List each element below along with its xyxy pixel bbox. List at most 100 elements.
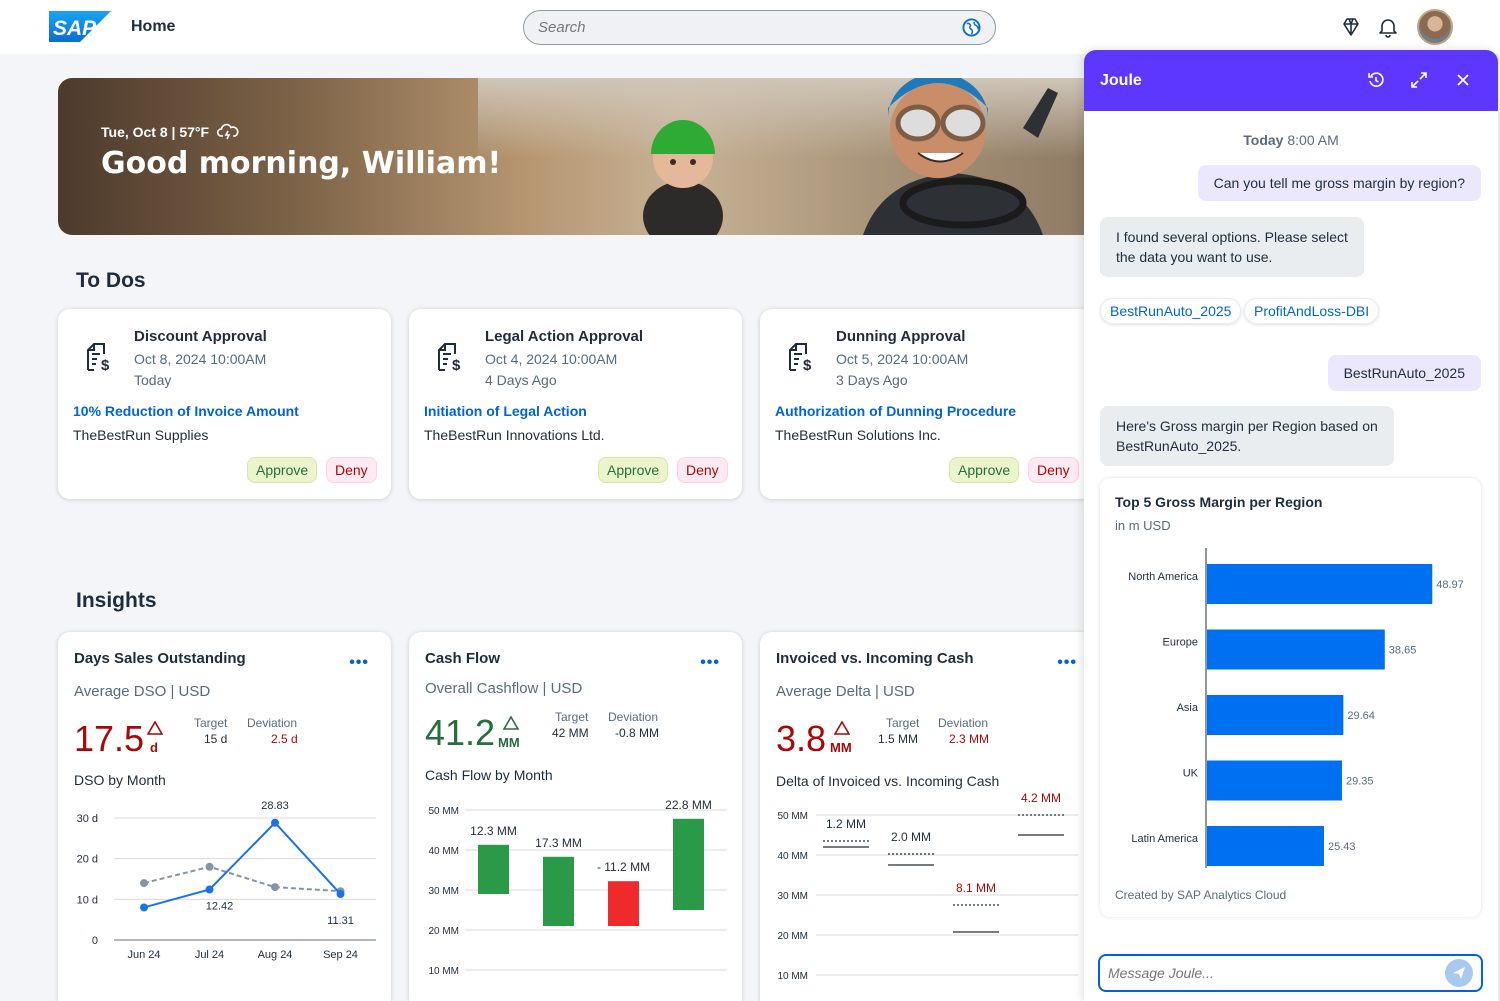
data-label: 12.42 <box>206 900 234 912</box>
category-label: Asia <box>1177 702 1199 714</box>
actual-point <box>336 890 345 899</box>
insight-card-dso[interactable]: Days Sales Outstanding ••• Average DSO |… <box>58 632 391 1001</box>
x-tick-label: Aug 24 <box>258 949 293 961</box>
value-label: 38.65 <box>1389 645 1417 657</box>
approve-button[interactable]: Approve <box>598 457 669 483</box>
todo-card[interactable]: $ Discount Approval Oct 8, 2024 10:00AM … <box>58 309 391 499</box>
insight-title: Invoiced vs. Incoming Cash <box>776 650 974 667</box>
bell-icon[interactable] <box>1377 16 1399 38</box>
close-icon[interactable] <box>1454 71 1472 89</box>
card-subtitle: in m USD <box>1115 518 1171 533</box>
approve-button[interactable]: Approve <box>247 457 318 483</box>
target-value: 15 d <box>204 732 228 746</box>
value-label: 29.35 <box>1346 776 1374 788</box>
timestamp-day: Today <box>1243 132 1284 148</box>
chart-title: Cash Flow by Month <box>425 767 553 783</box>
todo-company: TheBestRun Innovations Ltd. <box>424 427 605 443</box>
region-bar <box>1207 826 1324 866</box>
todo-card[interactable]: $ Legal Action Approval Oct 4, 2024 10:0… <box>409 309 742 499</box>
insight-subtitle: Average DSO | USD <box>74 683 211 700</box>
waterfall-bar <box>673 818 704 910</box>
insight-card-cashflow[interactable]: Cash Flow ••• Overall Cashflow | USD 41.… <box>409 632 742 1001</box>
approve-button[interactable]: Approve <box>949 457 1020 483</box>
region-bar <box>1207 760 1343 801</box>
card-footer: Created by SAP Analytics Cloud <box>1115 888 1287 902</box>
category-label: North America <box>1128 571 1199 583</box>
deviation-value: -0.8 MM <box>615 726 660 740</box>
todo-link[interactable]: 10% Reduction of Invoice Amount <box>73 403 299 419</box>
todo-link[interactable]: Initiation of Legal Action <box>424 403 587 419</box>
todo-date: Oct 4, 2024 10:00AM <box>485 351 618 367</box>
delta-chart: 10 MM 20 MM 30 MM 40 MM 50 MM 1.2 MM 2.0 MM 8.1… <box>777 792 1078 982</box>
actual-point <box>271 818 279 827</box>
cloud-rain-icon <box>217 123 239 140</box>
user-message: BestRunAuto_2025 <box>1327 355 1481 391</box>
value-label: 25.43 <box>1328 841 1356 853</box>
bar-label: 12.3 MM <box>470 824 517 838</box>
insight-card-invoiced[interactable]: Invoiced vs. Incoming Cash ••• Average D… <box>760 632 1093 1001</box>
deny-button[interactable]: Deny <box>677 457 728 483</box>
sap-logo[interactable]: SAP <box>49 11 111 42</box>
deviation-label: Deviation <box>938 716 989 730</box>
option-chip-profitandloss[interactable]: ProfitAndLoss-DBI <box>1244 298 1380 324</box>
deny-button[interactable]: Deny <box>1028 457 1079 483</box>
joule-header: Joule <box>1084 50 1498 111</box>
insight-title: Cash Flow <box>425 650 501 667</box>
deviation-value: 2.5 d <box>271 732 298 746</box>
more-options-icon[interactable]: ••• <box>700 654 720 672</box>
history-icon[interactable] <box>1367 71 1385 89</box>
delta-label: 8.1 MM <box>956 881 996 895</box>
delta-label: 1.2 MM <box>826 817 866 831</box>
more-options-icon[interactable]: ••• <box>349 654 369 672</box>
todos-title: To Dos <box>76 269 146 292</box>
deviation-label: Deviation <box>608 710 659 724</box>
chart-title: DSO by Month <box>74 772 166 788</box>
value-label: 48.97 <box>1436 579 1464 591</box>
waterfall-bar <box>608 881 639 926</box>
data-label: 11.31 <box>327 915 354 927</box>
deny-button[interactable]: Deny <box>326 457 377 483</box>
target-value: 1.5 MM <box>878 732 919 746</box>
waterfall-bar <box>478 844 509 894</box>
diamond-icon[interactable] <box>1340 16 1362 38</box>
search-field[interactable] <box>523 10 996 45</box>
target-label: Target <box>194 716 228 730</box>
greeting: Good morning, William! <box>101 146 502 181</box>
bar-label: - 11.2 MM <box>597 860 650 874</box>
y-tick-label: 10 d <box>77 894 98 906</box>
globe-icon[interactable] <box>962 18 981 37</box>
todo-age: 3 Days Ago <box>836 372 908 388</box>
expand-icon[interactable] <box>1410 71 1428 89</box>
region-bar <box>1207 564 1433 604</box>
message-input[interactable] <box>1108 965 1445 981</box>
bar-label: 22.8 MM <box>665 798 712 812</box>
y-tick-label: 50 MM <box>777 811 808 822</box>
todo-card[interactable]: $ Dunning Approval Oct 5, 2024 10:00AM 3… <box>760 309 1093 499</box>
todo-link[interactable]: Authorization of Dunning Procedure <box>775 403 1016 419</box>
send-button[interactable] <box>1445 959 1473 987</box>
up-triangle-icon <box>834 721 850 735</box>
insights-title: Insights <box>76 589 157 612</box>
y-tick-label: 30 MM <box>428 886 459 897</box>
svg-text:$: $ <box>101 357 110 374</box>
todo-age: 4 Days Ago <box>485 372 557 388</box>
bot-message: I found several options. Please select t… <box>1100 217 1364 277</box>
page-title: Home <box>131 18 176 35</box>
joule-input-field[interactable] <box>1098 954 1483 992</box>
bot-message-line: I found several options. Please select <box>1116 229 1348 245</box>
deviation-label: Deviation <box>247 716 298 730</box>
dso-line-chart: 0 10 d 20 d 30 d Jun 24 Jul 24 Aug 24 Sep 24 12.… <box>77 800 376 961</box>
target-label: Target <box>886 716 920 730</box>
kpi-value: 17.5 <box>74 718 145 759</box>
region-bar <box>1207 695 1344 735</box>
series-line-actual <box>143 821 342 909</box>
kpi-unit: MM <box>830 740 852 755</box>
delta-label: 2.0 MM <box>891 830 931 844</box>
user-avatar[interactable] <box>1417 9 1453 45</box>
option-chip-bestrunauto[interactable]: BestRunAuto_2025 <box>1100 298 1242 324</box>
search-input[interactable] <box>538 19 962 36</box>
y-tick-label: 20 d <box>77 854 98 866</box>
data-label: 28.83 <box>261 800 289 812</box>
more-options-icon[interactable]: ••• <box>1057 654 1077 672</box>
y-tick-label: 50 MM <box>428 806 459 817</box>
